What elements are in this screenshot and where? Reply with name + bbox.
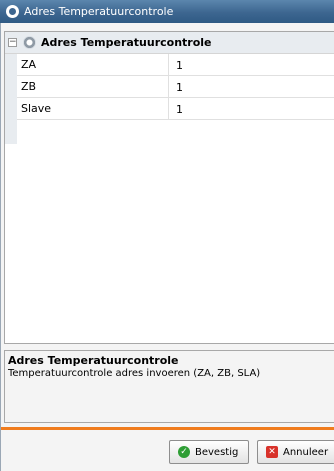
property-grid: − Adres Temperatuurcontrole ZA 1 ZB 1 Sl…	[4, 31, 334, 344]
app-icon	[6, 5, 19, 18]
property-name: ZB	[17, 76, 169, 97]
check-icon: ✓	[178, 446, 190, 458]
property-row-zb[interactable]: ZB 1	[17, 76, 334, 98]
description-text: Temperatuurcontrole adres invoeren (ZA, …	[8, 368, 261, 379]
property-row-slave[interactable]: Slave 1	[17, 98, 334, 120]
cancel-label: Annuleer	[283, 447, 329, 458]
property-name: Slave	[17, 98, 169, 119]
category-label: Adres Temperatuurcontrole	[41, 36, 212, 49]
accent-divider	[1, 427, 334, 430]
window-title: Adres Temperatuurcontrole	[24, 5, 174, 18]
description-title: Adres Temperatuurcontrole	[8, 354, 179, 367]
confirm-button[interactable]: ✓ Bevestig	[169, 440, 249, 464]
description-panel: Adres Temperatuurcontrole Temperatuurcon…	[4, 350, 334, 423]
collapse-icon[interactable]: −	[8, 38, 17, 47]
property-name: ZA	[17, 54, 169, 75]
close-icon: ✕	[266, 446, 278, 458]
gear-icon	[23, 36, 36, 49]
property-value[interactable]: 1	[169, 76, 334, 97]
property-value[interactable]: 1	[169, 98, 334, 119]
cancel-button[interactable]: ✕ Annuleer	[257, 440, 334, 464]
property-value[interactable]: 1	[169, 54, 334, 75]
dialog-body: − Adres Temperatuurcontrole ZA 1 ZB 1 Sl…	[0, 23, 334, 471]
property-row-za[interactable]: ZA 1	[17, 54, 334, 76]
title-bar: Adres Temperatuurcontrole	[0, 0, 334, 23]
grid-gutter	[5, 54, 17, 144]
confirm-label: Bevestig	[195, 447, 239, 458]
property-category[interactable]: − Adres Temperatuurcontrole	[5, 32, 334, 54]
